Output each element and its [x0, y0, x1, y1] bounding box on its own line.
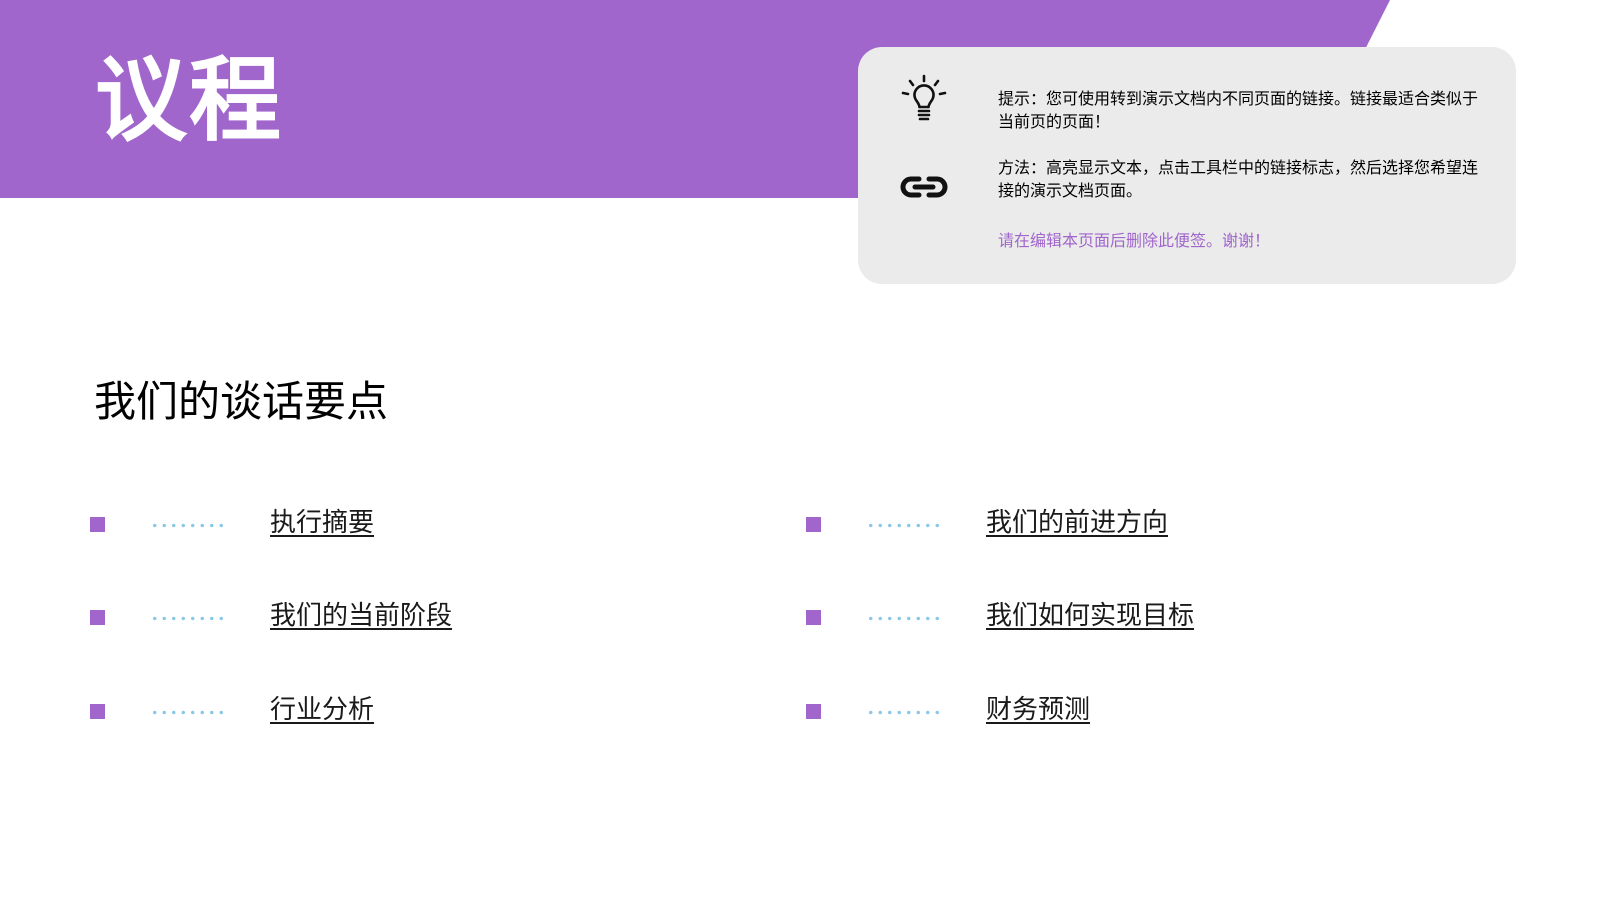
slide-title: 议程 [95, 47, 284, 154]
bullet-square [90, 610, 105, 625]
bullet-square [806, 517, 821, 532]
tip-card: 提示：您可使用转到演示文档内不同页面的链接。链接最适合类似于当前页的页面！ 方法… [858, 47, 1516, 284]
agenda-link-financial-forecast[interactable]: 财务预测 [986, 692, 1090, 728]
dotted-leader [150, 616, 228, 621]
tip-method-text: 方法：高亮显示文本，点击工具栏中的链接标志，然后选择您希望连接的演示文档页面。 [998, 158, 1479, 200]
dotted-leader [150, 710, 228, 715]
lightbulb-icon [898, 73, 950, 125]
link-icon [898, 161, 950, 213]
section-subtitle: 我们的谈话要点 [94, 377, 389, 426]
dotted-leader [866, 616, 944, 621]
bullet-square [90, 517, 105, 532]
bullet-square [806, 704, 821, 719]
agenda-link-industry-analysis[interactable]: 行业分析 [270, 692, 374, 728]
bullet-square [90, 704, 105, 719]
dotted-leader [866, 523, 944, 528]
agenda-link-goals[interactable]: 我们如何实现目标 [986, 598, 1194, 634]
agenda-link-executive-summary[interactable]: 执行摘要 [270, 505, 374, 541]
agenda-link-current-stage[interactable]: 我们的当前阶段 [270, 598, 452, 634]
bullet-square [806, 610, 821, 625]
dotted-leader [866, 710, 944, 715]
agenda-link-direction[interactable]: 我们的前进方向 [986, 505, 1168, 541]
tip-delete-note: 请在编辑本页面后删除此便签。谢谢！ [998, 231, 1271, 250]
dotted-leader [150, 523, 228, 528]
tip-hint-text: 提示：您可使用转到演示文档内不同页面的链接。链接最适合类似于当前页的页面！ [998, 89, 1479, 131]
